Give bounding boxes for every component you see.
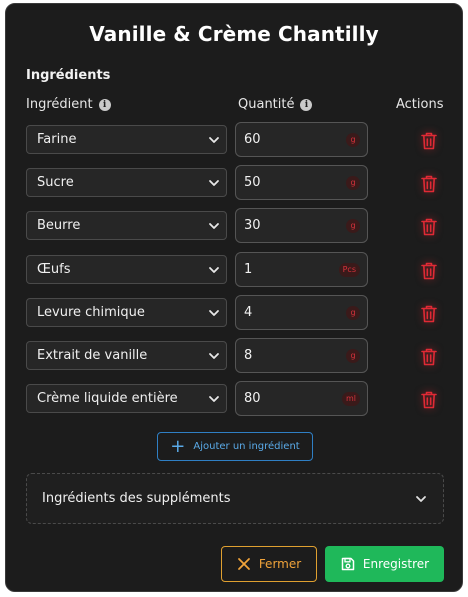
ingredient-select[interactable]: Sucre	[26, 168, 227, 198]
delete-ingredient-button[interactable]	[415, 171, 443, 197]
column-header-actions-label: Actions	[396, 97, 444, 112]
chevron-down-icon	[209, 266, 219, 273]
ingredient-select[interactable]: Beurre	[26, 211, 227, 241]
quantity-input[interactable]: 8g	[235, 338, 368, 373]
quantity-value: 80	[244, 391, 261, 407]
column-header-ingredient-label: Ingrédient	[26, 97, 93, 112]
quantity-value: 50	[244, 175, 261, 191]
trash-icon	[421, 348, 437, 366]
unit-badge: ml	[341, 392, 360, 407]
ingredient-row: Farine 60 g	[6, 122, 462, 158]
plus-icon: +	[170, 435, 186, 457]
add-ingredient-label: Ajouter un ingrédient	[193, 441, 300, 452]
ingredient-row: Levure chimique 4 g	[6, 294, 462, 331]
column-header-quantity: Quantité i	[238, 97, 313, 112]
ingredient-select[interactable]: Extrait de vanille	[26, 341, 227, 370]
chevron-down-icon	[209, 137, 219, 143]
save-button-label: Enregistrer	[362, 557, 430, 571]
ingredient-select-value: Extrait de vanille	[37, 348, 148, 363]
add-ingredient-button[interactable]: + Ajouter un ingrédient	[157, 432, 313, 461]
delete-ingredient-button[interactable]	[415, 128, 443, 154]
trash-icon	[421, 132, 437, 150]
quantity-value: 60	[244, 132, 261, 147]
recipe-dialog: Vanille & Crème Chantilly Ingrédients In…	[5, 3, 463, 592]
section-title-ingredients: Ingrédients	[26, 68, 111, 83]
chevron-down-icon	[209, 353, 219, 359]
quantity-value: 1	[244, 261, 253, 277]
supplements-accordion[interactable]: Ingrédients des suppléments	[26, 473, 444, 524]
ingredient-select[interactable]: Crème liquide entière	[26, 384, 227, 414]
close-icon	[237, 558, 250, 570]
quantity-input[interactable]: 30 g	[235, 208, 368, 244]
quantity-value: 8	[244, 348, 253, 363]
ingredient-select[interactable]: Œufs	[26, 254, 227, 284]
ingredient-row: Sucre 50 g	[6, 165, 462, 201]
ingredient-row: Œufs 1 Pcs	[6, 251, 462, 288]
column-header-quantity-label: Quantité	[238, 97, 295, 112]
ingredient-select-value: Levure chimique	[37, 304, 145, 320]
delete-ingredient-button[interactable]	[415, 301, 443, 327]
chevron-down-icon	[209, 396, 219, 403]
save-button[interactable]: Enregistrer	[325, 546, 444, 582]
ingredient-row: Crème liquide entière 80 ml	[6, 381, 462, 417]
chevron-down-icon	[416, 496, 426, 502]
ingredient-row: Extrait de vanille 8 g	[6, 338, 462, 374]
ingredient-select-value: Farine	[37, 132, 77, 147]
column-header-ingredient: Ingrédient i	[26, 97, 111, 112]
ingredient-select[interactable]: Levure chimique	[26, 297, 227, 327]
info-icon[interactable]: i	[98, 98, 111, 111]
unit-badge: Pcs	[338, 262, 360, 277]
close-button[interactable]: Fermer	[221, 546, 317, 582]
quantity-input[interactable]: 50 g	[235, 165, 368, 201]
delete-ingredient-button[interactable]	[415, 387, 443, 413]
trash-icon	[421, 305, 437, 323]
chevron-down-icon	[209, 223, 219, 230]
ingredient-select-value: Œufs	[37, 261, 71, 277]
quantity-value: 30	[244, 218, 261, 234]
chevron-down-icon	[209, 309, 219, 316]
trash-icon	[421, 391, 437, 409]
ingredient-select-value: Sucre	[37, 175, 74, 191]
save-icon	[341, 557, 355, 571]
unit-badge: g	[346, 219, 360, 234]
quantity-input[interactable]: 1 Pcs	[235, 251, 368, 287]
info-icon[interactable]: i	[300, 98, 313, 111]
quantity-input[interactable]: 60 g	[235, 122, 368, 157]
unit-badge: g	[346, 133, 360, 147]
delete-ingredient-button[interactable]	[415, 258, 443, 284]
delete-ingredient-button[interactable]	[415, 214, 443, 240]
trash-icon	[421, 175, 437, 193]
supplements-label: Ingrédients des suppléments	[42, 491, 231, 506]
unit-badge: g	[346, 176, 360, 191]
ingredient-select[interactable]: Farine	[26, 125, 227, 154]
quantity-input[interactable]: 4g	[235, 294, 368, 330]
close-button-label: Fermer	[258, 557, 302, 571]
quantity-input[interactable]: 80 ml	[235, 381, 368, 417]
column-header-actions: Actions	[396, 97, 444, 112]
dialog-title: Vanille & Crème Chantilly	[89, 22, 379, 46]
ingredient-select-value: Crème liquide entière	[37, 391, 178, 407]
ingredient-row: Beurre 30 g	[6, 208, 462, 244]
delete-ingredient-button[interactable]	[415, 344, 443, 370]
unit-badge: g	[346, 349, 360, 363]
chevron-down-icon	[209, 180, 219, 187]
quantity-value: 4	[244, 304, 253, 320]
trash-icon	[421, 262, 437, 279]
ingredient-select-value: Beurre	[37, 218, 81, 234]
unit-badge: g	[346, 305, 360, 320]
trash-icon	[421, 219, 437, 236]
